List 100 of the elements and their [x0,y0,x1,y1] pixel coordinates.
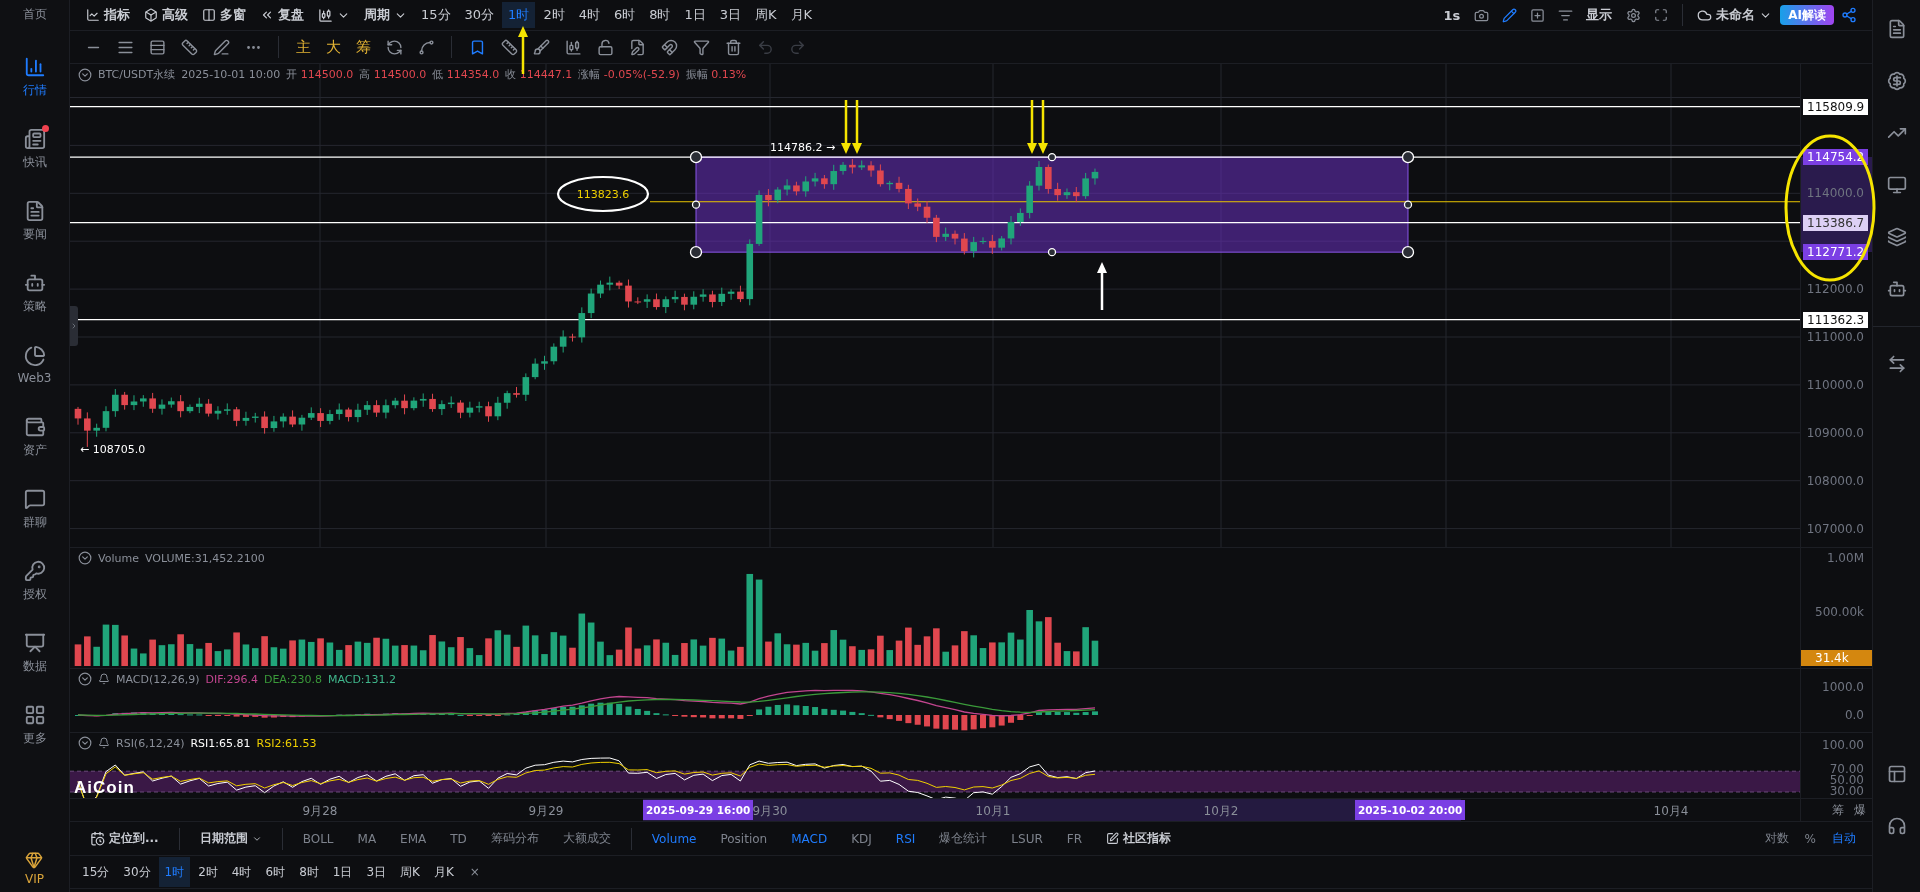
axis-mode-button[interactable]: 爆 [1854,801,1866,819]
overlay-indicator-button[interactable]: 筹码分布 [480,825,549,852]
pane-indicator-button[interactable]: KDJ [841,825,882,852]
indicator-name: Volume [98,551,139,565]
time-label: 9月28 [302,803,338,820]
time-label: 2025-10-01 10:00 [181,68,281,81]
ohlc-value: 涨幅 -0.05%(-52.9) [578,67,680,82]
period-dropdown[interactable]: 周期 [358,3,413,27]
ohlc-value: 低 114354.0 [432,67,500,82]
chart-mode-button[interactable]: 主 [291,35,315,59]
chart-mode-button[interactable]: 大 [321,35,345,59]
price-tick: 107000.0 [1806,521,1864,536]
interval-tab[interactable]: 月K [784,2,819,28]
home-label[interactable]: 首页 [22,0,47,41]
interval-tab[interactable]: 8时 [643,2,677,28]
interval-tab[interactable]: 周K [394,857,426,887]
overlay-indicator-button[interactable]: BOLL [292,825,344,852]
time-label: 9月30 [752,803,788,820]
volume-tick: 500.00k [1815,605,1864,619]
ai-button[interactable]: AI解读 [1780,5,1834,25]
close-button[interactable]: × [469,865,480,879]
date-range-dropdown[interactable]: 日期范围 [189,825,272,852]
toolbar-button[interactable]: 指标 [80,3,136,27]
interval-tab[interactable]: 3日 [360,857,393,887]
high-price-marker: 114786.2 → [770,140,836,154]
indicator-value: RSI1:65.81 [190,736,251,750]
refresh-rate-button[interactable]: 1s [1437,3,1467,27]
interval-tab[interactable]: 8时 [293,857,325,887]
community-indicators-button[interactable]: 社区指标 [1096,825,1182,852]
pane-indicator-button[interactable]: RSI [885,825,926,852]
ohlc-value: 开 114500.0 [286,67,354,82]
scale-option-button[interactable]: % [1798,825,1822,852]
price-tag: 115809.9 [1803,98,1869,115]
locate-button[interactable]: 定位到... [80,825,169,852]
sidebar-item[interactable]: 行情 [4,41,65,113]
scale-option-button[interactable]: 自动 [1826,825,1862,852]
layout-name-dropdown[interactable]: 未命名 [1691,3,1779,27]
overlay-indicator-button[interactable]: EMA [390,825,437,852]
sidebar-item[interactable]: 群聊 [4,473,65,545]
sidebar-item[interactable]: 更多 [4,689,65,761]
interval-tab[interactable]: 月K [427,857,460,887]
pane-indicator-button[interactable]: FR [1056,825,1093,852]
interval-tab[interactable]: 15分 [76,857,116,887]
sidebar-item[interactable]: 授权 [4,545,65,617]
sidebar-item[interactable]: 数据 [4,617,65,689]
overlay-indicator-button[interactable]: MA [347,825,387,852]
interval-tab[interactable]: 30分 [117,857,157,887]
time-label: 10月1 [975,803,1011,820]
toolbar-button[interactable]: 多窗 [196,3,252,27]
overlay-indicator-button[interactable]: TD [440,825,477,852]
interval-tab[interactable]: 4时 [225,857,258,887]
interval-tab[interactable]: 周K [749,2,783,28]
toolbar-button[interactable]: 高级 [138,3,194,27]
vip-button[interactable]: VIP [19,850,50,887]
price-tick: 111000.0 [1806,330,1864,344]
ohlc-value: 收 114447.1 [505,67,573,82]
interval-tab[interactable]: 6时 [259,857,292,887]
interval-tab[interactable]: 1时 [502,2,536,28]
sidebar-item[interactable]: 资产 [4,401,65,473]
display-button[interactable]: 显示 [1580,3,1619,27]
overlay-indicator-button[interactable]: 大额成交 [552,825,621,852]
interval-tab[interactable]: 30分 [458,2,501,28]
pane-indicator-button[interactable]: MACD [781,825,838,852]
sidebar-item[interactable]: Web3 [4,329,65,401]
ohlc-value: 振幅 0.13% [685,67,747,82]
interval-tab[interactable]: 1日 [678,2,712,28]
interval-tab[interactable]: 3日 [713,2,748,28]
ohlc-value: 高 114500.0 [359,67,427,82]
sidebar-item[interactable]: 快讯 [4,113,65,185]
pane-indicator-button[interactable]: LSUR [1001,825,1053,852]
sidebar-item[interactable]: 策略 [4,257,65,329]
interval-tab[interactable]: 4时 [572,2,606,28]
price-tick: 112000.0 [1806,282,1864,297]
toolbar-button[interactable]: 复盘 [254,3,310,27]
range-start-tag: 2025-09-29 16:00 [643,800,754,820]
interval-tab[interactable]: 2时 [537,2,571,28]
interval-tab[interactable]: 1时 [158,857,191,887]
chart-mode-button[interactable]: 筹 [351,35,375,59]
rsi-tick: 30.00 [1829,784,1864,798]
price-tick: 114000.0 [1806,186,1864,201]
macd-tick: 1000.0 [1822,680,1864,694]
interval-tab[interactable]: 6时 [607,2,642,28]
low-price-marker: ← 108705.0 [80,442,146,456]
time-label: 10月2 [1203,803,1239,820]
interval-tab[interactable]: 15分 [415,2,457,28]
interval-tab[interactable]: 1日 [326,857,359,887]
interval-tab[interactable]: 2时 [192,857,224,887]
scale-option-button[interactable]: 对数 [1758,825,1795,852]
time-label: 9月29 [528,803,564,820]
rsi-tick: 50.00 [1829,773,1864,787]
sidebar-item[interactable]: 要闻 [4,185,65,257]
indicator-name: RSI(6,12,24) [116,736,185,750]
pane-indicator-button[interactable]: 爆仓统计 [929,825,998,852]
pane-indicator-button[interactable]: Volume [641,825,707,852]
axis-mode-button[interactable]: 筹 [1832,801,1844,819]
indicator-value: DEA:230.8 [263,672,322,686]
pane-indicator-button[interactable]: Position [710,825,778,852]
symbol-label: BTC/USDT永续 [98,67,176,82]
price-tick: 108000.0 [1806,473,1864,488]
price-label: 113823.6 [576,187,630,201]
